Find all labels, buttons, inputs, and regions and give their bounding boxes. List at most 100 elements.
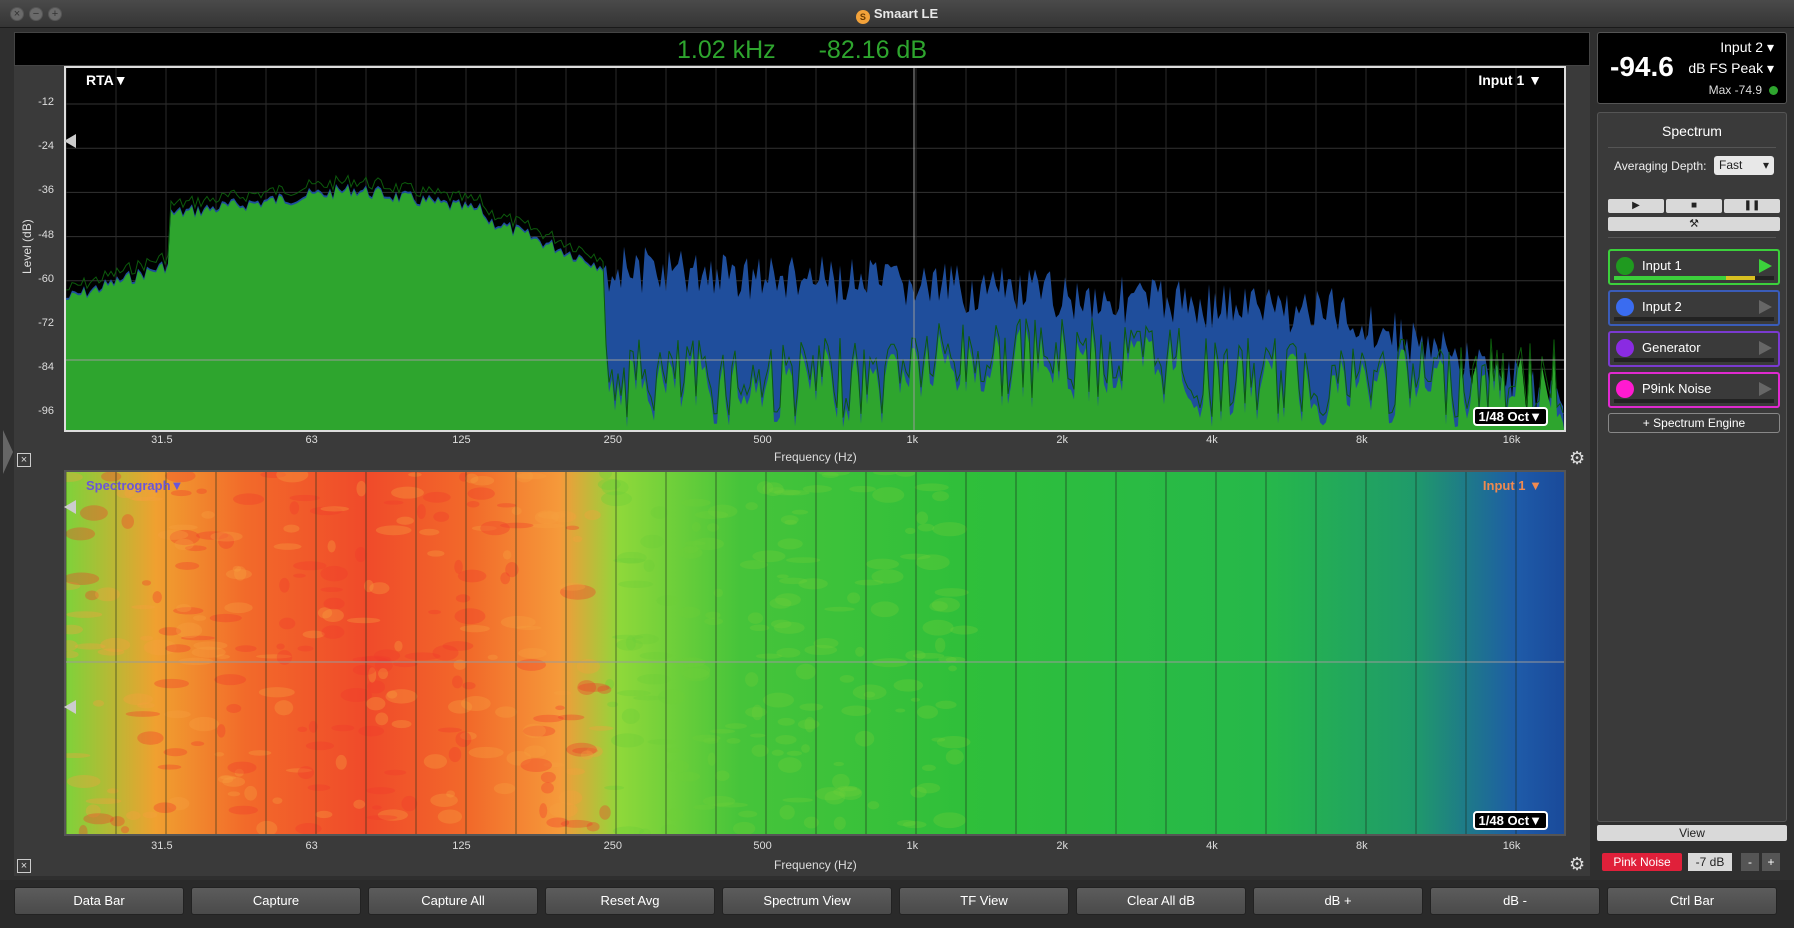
cursor-readout: 1.02 kHz -82.16 dB [14,32,1590,66]
spectrograph-texture [694,510,729,520]
spectrograph-texture [786,750,803,756]
data-bar-button[interactable]: Data Bar [14,887,184,915]
generator-level-minus-button[interactable]: - [1741,853,1759,871]
channel-level-bar [1614,276,1774,280]
title-bar: × − + S Smaart LE [0,0,1794,28]
spectrograph-upper-marker-handle[interactable] [64,500,76,514]
play-button[interactable]: ▶ [1608,199,1664,213]
capture-all-button[interactable]: Capture All [368,887,538,915]
spectrograph-texture [613,558,646,564]
generator-level-plus-button[interactable]: + [1762,853,1780,871]
rta-input-selector[interactable]: Input 1 ▼ [1478,72,1542,88]
rta-x-tick-label: 4k [1206,434,1218,446]
meter-input-select[interactable]: Input 2 ▾ [1720,39,1774,56]
pause-button[interactable]: ❚❚ [1724,199,1780,213]
spectrograph-texture [468,746,504,759]
spectrograph-type-selector[interactable]: Spectrograph▼ [86,478,183,493]
spectrograph-texture [915,554,950,571]
channel-label: P9ink Noise [1642,381,1712,396]
spectrograph-texture [125,711,161,717]
rta-settings-gear-icon[interactable]: ⚙ [1569,448,1585,469]
spectrograph-texture [366,787,396,795]
spectrograph-texture [516,659,547,671]
rta-close-icon[interactable]: × [17,453,31,467]
spectrograph-texture [226,703,242,713]
meter-value: -94.6 [1610,51,1674,82]
capture-button[interactable]: Capture [191,887,361,915]
spectrograph-texture [666,759,689,773]
pink-noise-button[interactable]: Pink Noise [1602,853,1682,871]
rta-type-selector[interactable]: RTA▼ [86,72,128,88]
spectrograph-texture [289,494,320,502]
spectrograph-panel: Spectrograph▼ Input 1 ▼ 1/48 Oct▼ 31.5 63… [14,470,1590,876]
reset-avg-button[interactable]: Reset Avg [545,887,715,915]
channel-play-icon[interactable] [1759,259,1772,273]
spectrograph-texture [782,797,813,803]
spectrograph-texture [855,646,865,657]
channel-level-bar [1614,317,1774,321]
spectrograph-texture [775,735,797,745]
command-bar: Data Bar Capture Capture All Reset Avg Spect… [0,880,1794,928]
spectrum-view-button[interactable]: Spectrum View [722,887,892,915]
spectrograph-texture [847,592,861,604]
averaging-select[interactable]: Fast ▾ [1714,156,1774,175]
view-button[interactable]: View [1597,825,1787,841]
spectrograph-texture [749,733,766,738]
db-button[interactable]: dB + [1253,887,1423,915]
tools-button[interactable]: ⚒ [1608,217,1780,231]
spectrograph-x-axis-label: Frequency (Hz) [774,858,857,872]
channel-generator[interactable]: Generator [1608,331,1780,367]
spectrograph-input-selector[interactable]: Input 1 ▼ [1483,478,1542,493]
spectrograph-texture [917,705,939,719]
spectrograph-texture [584,509,601,521]
meter-mode-select[interactable]: dB FS Peak ▾ [1688,60,1774,77]
spectrograph-texture [453,659,467,670]
side-drawer-handle[interactable] [3,430,13,474]
spectrograph-type-label: Spectrograph [86,478,171,493]
channel-pink-noise[interactable]: P9ink Noise [1608,372,1780,408]
channel-play-icon[interactable] [1759,300,1772,314]
spectrograph-texture [922,619,954,636]
spectrograph-texture [92,699,105,707]
spectrograph-texture [921,764,936,772]
db-button[interactable]: dB - [1430,887,1600,915]
rta-level-marker-handle[interactable] [64,134,76,148]
clear-all-db-button[interactable]: Clear All dB [1076,887,1246,915]
spectrograph-texture [293,573,306,578]
spectrograph-plot-area[interactable]: Spectrograph▼ Input 1 ▼ 1/48 Oct▼ [64,470,1566,836]
generator-level-field[interactable]: -7 dB [1688,853,1732,871]
tf-view-button[interactable]: TF View [899,887,1069,915]
spectrograph-resolution-selector[interactable]: 1/48 Oct▼ [1472,811,1548,830]
spectrograph-x-tick-label: 63 [305,840,318,852]
rta-plot-area[interactable]: RTA▼ Input 1 ▼ 1/48 Oct▼ [64,66,1566,432]
spectrograph-texture [228,805,258,815]
spectrograph-texture [502,550,512,560]
spectrograph-texture [66,611,103,618]
spectrograph-texture [738,810,758,818]
spectrograph-texture [855,730,875,747]
channel-play-icon[interactable] [1759,382,1772,396]
ctrl-bar-button[interactable]: Ctrl Bar [1607,887,1777,915]
add-spectrum-engine-button[interactable]: + Spectrum Engine [1608,413,1780,433]
spectrograph-texture [457,569,487,583]
spectrograph-chart [66,472,1564,834]
spectrograph-texture [110,816,125,827]
channel-input-1[interactable]: Input 1 [1608,249,1780,285]
rta-resolution-selector[interactable]: 1/48 Oct▼ [1472,407,1548,426]
spectrograph-x-tick-label: 500 [753,840,772,852]
spectrograph-settings-gear-icon[interactable]: ⚙ [1569,854,1585,875]
stop-button[interactable]: ■ [1666,199,1722,213]
spectrograph-texture [803,816,819,829]
rta-x-tick-label: 8k [1355,434,1368,446]
spectrograph-texture [163,710,191,719]
channel-play-icon[interactable] [1759,341,1772,355]
spectrograph-texture [188,716,219,732]
spectrograph-lower-marker-handle[interactable] [64,700,76,714]
spectrograph-texture [448,700,473,714]
channel-input-2[interactable]: Input 2 [1608,290,1780,326]
spectrograph-x-tick-label: 8k [1355,840,1368,852]
spectrograph-close-icon[interactable]: × [17,859,31,873]
spectrograph-texture [346,617,381,624]
spectrograph-texture [66,527,96,541]
spectrograph-texture [331,724,355,732]
